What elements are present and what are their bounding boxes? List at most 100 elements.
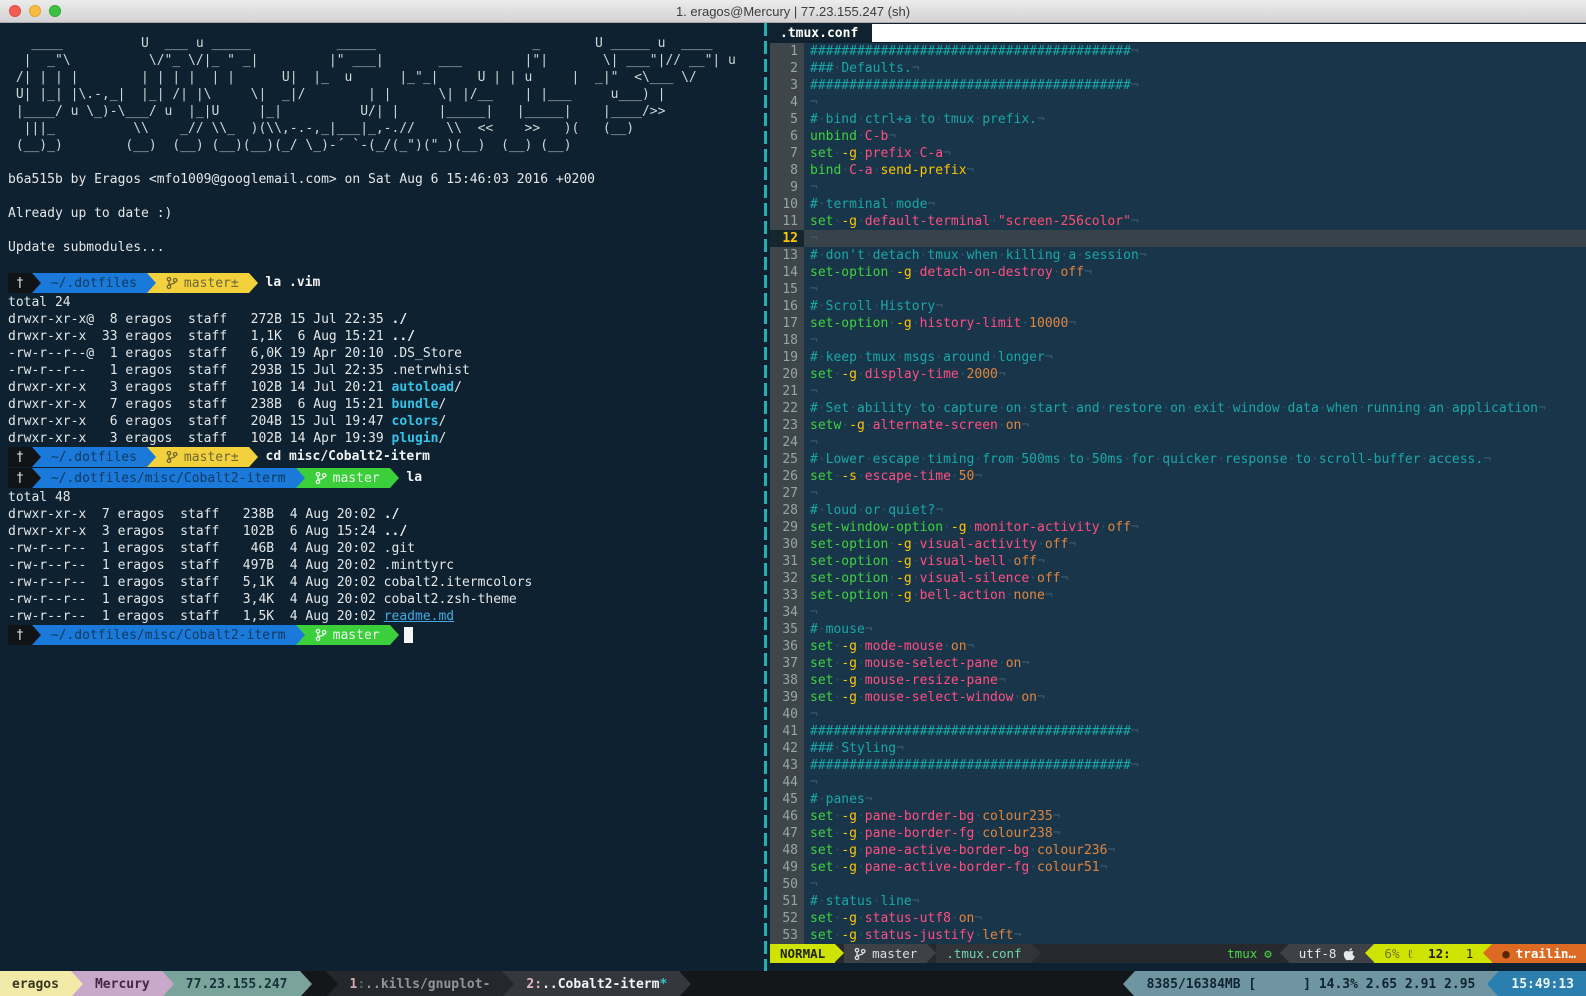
editor-line: 24¬ (770, 434, 1586, 451)
line-content: set-option·-g·history-limit·10000¬ (804, 315, 1586, 332)
line-content: ¬ (804, 706, 1586, 723)
tmux-window-1[interactable]: 1:..kills/gnuplot- (338, 971, 503, 996)
line-content: set·-g·mouse-select-pane·on¬ (804, 655, 1586, 672)
line-content: unbind·C-b¬ (804, 128, 1586, 145)
line-number: 42 (770, 740, 804, 757)
line-content: ¬ (804, 434, 1586, 451)
line-number: 19 (770, 349, 804, 366)
terminal-line (8, 154, 760, 171)
vim-buffer[interactable]: 1#######################################… (770, 43, 1586, 944)
editor-line: 38set·-g·mouse-resize-pane¬ (770, 672, 1586, 689)
line-number: 8 (770, 162, 804, 179)
prompt-segment-black: † (8, 625, 32, 645)
vim-encoding: utf-8 (1289, 944, 1366, 963)
terminal-line: b6a515b by Eragos <mfo1009@googlemail.co… (8, 171, 760, 188)
editor-line: 45#·panes¬ (770, 791, 1586, 808)
editor-line: 53set·-g·status-justify·left¬ (770, 927, 1586, 944)
editor-line: 34¬ (770, 604, 1586, 621)
editor-line: 26set·-s·escape-time·50¬ (770, 468, 1586, 485)
line-number: 21 (770, 383, 804, 400)
terminal-line: drwxr-xr-x 3 eragos staff 102B 14 Jul 20… (8, 379, 760, 396)
prompt-segment-blue: ~/.dotfiles/misc/Cobalt2-iterm (41, 625, 296, 645)
tmux-panes: ____ U ___ u _____ _____ _ U _____ u ___… (0, 23, 1586, 971)
editor-line: 25#·Lower·escape·timing·from·500ms·to·50… (770, 451, 1586, 468)
tmux-clock: 15:49:13 (1499, 971, 1586, 996)
line-content: set·-g·display-time·2000¬ (804, 366, 1586, 383)
line-number: 38 (770, 672, 804, 689)
editor-line: 39set·-g·mouse-select-window·on¬ (770, 689, 1586, 706)
line-number: 50 (770, 876, 804, 893)
terminal-line: drwxr-xr-x 3 eragos staff 102B 6 Aug 15:… (8, 523, 760, 540)
tmux-pane-border[interactable] (760, 23, 770, 971)
terminal-line: Update submodules... (8, 239, 760, 256)
editor-line: 22#·Set·ability·to·capture·on·start·and·… (770, 400, 1586, 417)
editor-line: 9¬ (770, 179, 1586, 196)
shell-prompt: † ~/.dotfiles/misc/Cobalt2-iterm master (8, 625, 760, 645)
line-content: #·status·line¬ (804, 893, 1586, 910)
line-number: 43 (770, 757, 804, 774)
shell-prompt: †~/.dotfilesmaster± cd misc/Cobalt2-iter… (8, 447, 760, 467)
vim-tab-tmux-conf[interactable]: .tmux.conf (770, 23, 872, 43)
line-content: setw·-g·alternate-screen·on¬ (804, 417, 1586, 434)
line-content: ¬ (804, 332, 1586, 349)
editor-line: 23setw·-g·alternate-screen·on¬ (770, 417, 1586, 434)
prompt-segment-blue: ~/.dotfiles/misc/Cobalt2-iterm (41, 468, 296, 488)
line-number: 15 (770, 281, 804, 298)
line-number: 25 (770, 451, 804, 468)
line-content: set·-g·mode-mouse·on¬ (804, 638, 1586, 655)
vim-mode-indicator: NORMAL (770, 944, 835, 963)
editor-line: 44¬ (770, 774, 1586, 791)
tmux-ip-address: 77.23.155.247 (174, 971, 300, 996)
prompt-segment-black: † (8, 468, 32, 488)
prompt-segment-green: master (305, 625, 390, 645)
line-number: 36 (770, 638, 804, 655)
line-number: 34 (770, 604, 804, 621)
tmux-session-user: eragos (0, 971, 71, 996)
vim-tabline-fill (872, 24, 1586, 42)
line-number: 32 (770, 570, 804, 587)
line-content: set-option·-g·detach-on-destroy·off¬ (804, 264, 1586, 281)
line-number: 1 (770, 43, 804, 60)
titlebar: 1. eragos@Mercury | 77.23.155.247 (sh) (0, 0, 1586, 23)
terminal-window: 1. eragos@Mercury | 77.23.155.247 (sh) _… (0, 0, 1586, 996)
line-number: 20 (770, 366, 804, 383)
editor-line: 8bind·C-a·send-prefix¬ (770, 162, 1586, 179)
prompt-segment-yellow: master± (156, 447, 249, 467)
line-content: ###·Defaults.¬ (804, 60, 1586, 77)
line-content: ¬ (804, 281, 1586, 298)
tmux-status-bar: eragos Mercury 77.23.155.247 1:..kills/g… (0, 971, 1586, 996)
line-content: set·-s·escape-time·50¬ (804, 468, 1586, 485)
line-content: set·-g·pane-border-bg·colour235¬ (804, 808, 1586, 825)
vim-git-branch: master (844, 944, 927, 963)
line-content: #·terminal·mode¬ (804, 196, 1586, 213)
line-number: 35 (770, 621, 804, 638)
line-number: 51 (770, 893, 804, 910)
gear-icon: ⚙ (1264, 946, 1272, 961)
terminal-line: |____/ u \_)-\___/ u |_|U |_| U/| | |___… (8, 103, 760, 120)
vim-position: 6% ℓ 12: 1 (1374, 944, 1483, 963)
editor-line: 1#######################################… (770, 43, 1586, 60)
line-content: ¬ (804, 774, 1586, 791)
line-number: 27 (770, 485, 804, 502)
tmux-hostname: Mercury (83, 971, 162, 996)
line-number: 37 (770, 655, 804, 672)
terminal-line: (__)_) (__) (__) (__)(__)(_/ \_)-´ `-(_/… (8, 137, 760, 154)
line-number: 9 (770, 179, 804, 196)
line-number: 45 (770, 791, 804, 808)
shell-pane[interactable]: ____ U ___ u _____ _____ _ U _____ u ___… (0, 23, 760, 971)
line-content: #·Lower·escape·timing·from·500ms·to·50ms… (804, 451, 1586, 468)
editor-line: 11set·-g·default-terminal·"screen-256col… (770, 213, 1586, 230)
window-title: 1. eragos@Mercury | 77.23.155.247 (sh) (0, 4, 1586, 19)
line-number: 26 (770, 468, 804, 485)
line-content: set-option·-g·visual-silence·off¬ (804, 570, 1586, 587)
editor-line: 35#·mouse¬ (770, 621, 1586, 638)
editor-line: 41######################################… (770, 723, 1586, 740)
line-number: 10 (770, 196, 804, 213)
line-number: 11 (770, 213, 804, 230)
line-number: 24 (770, 434, 804, 451)
line-number: 7 (770, 145, 804, 162)
vim-pane[interactable]: .tmux.conf 1############################… (770, 23, 1586, 971)
line-content: bind·C-a·send-prefix¬ (804, 162, 1586, 179)
tmux-window-2-active[interactable]: 2:..Cobalt2-iterm* (514, 971, 679, 996)
line-number: 41 (770, 723, 804, 740)
